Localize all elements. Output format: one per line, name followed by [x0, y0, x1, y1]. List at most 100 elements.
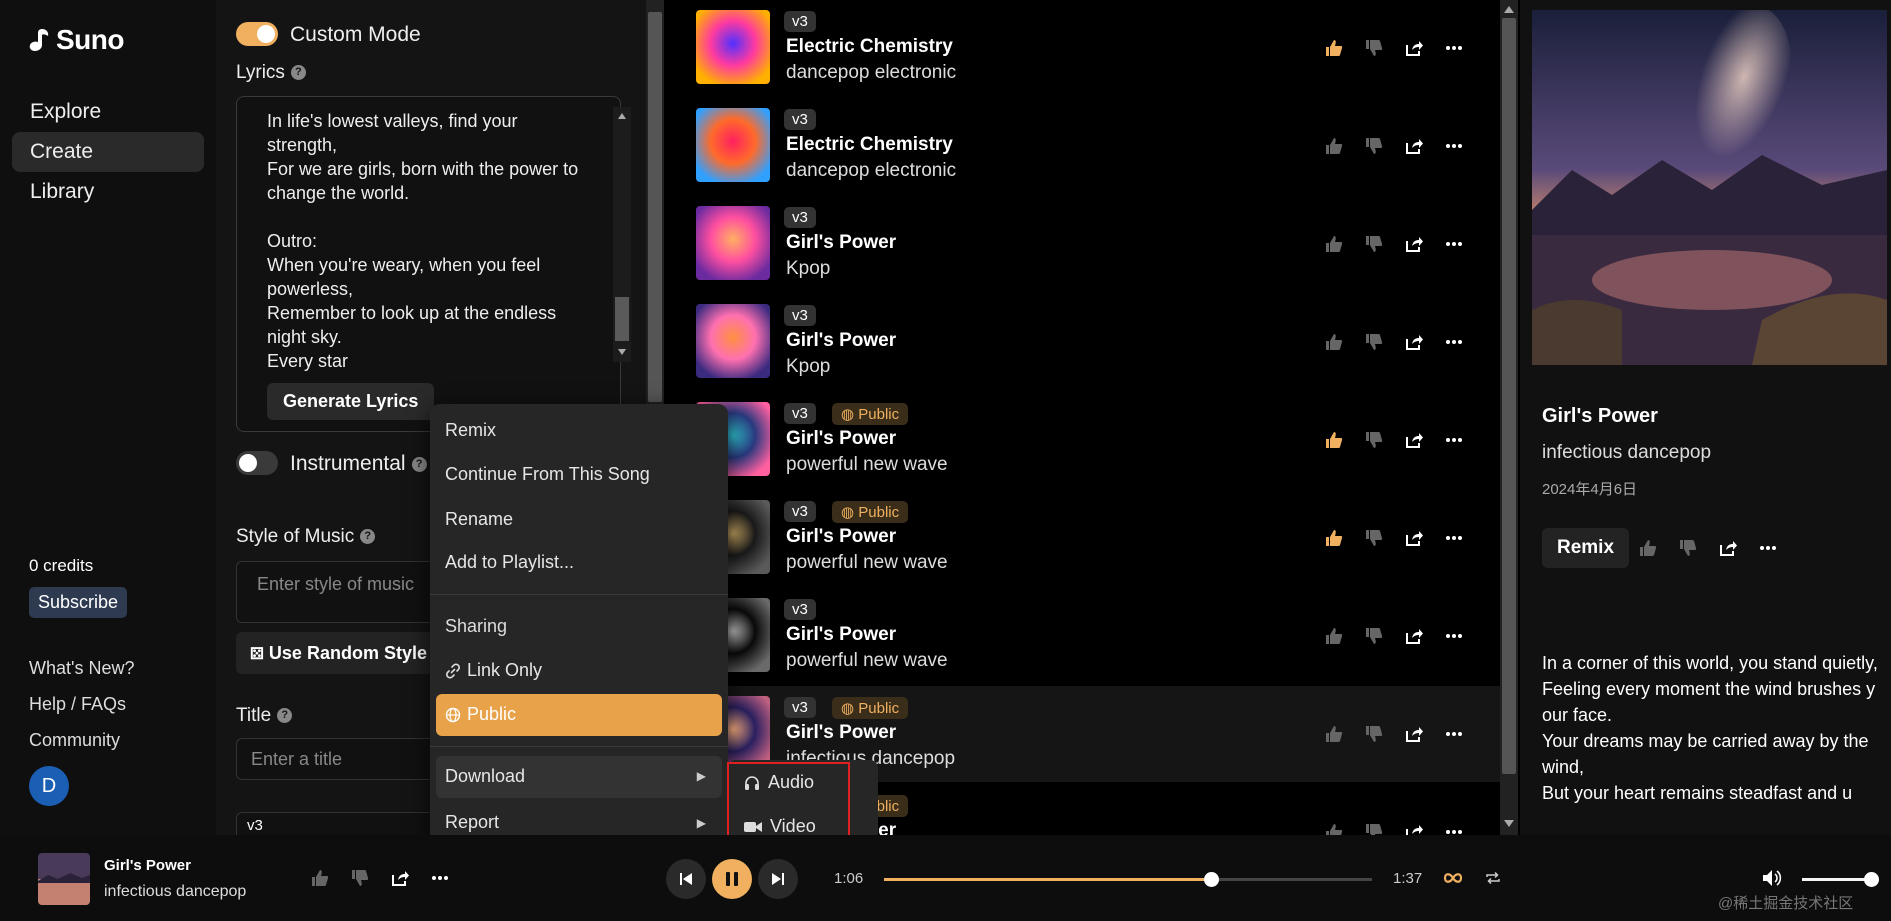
song-title[interactable]: Girl's Power: [786, 330, 896, 352]
pause-button[interactable]: [712, 859, 752, 899]
thumbs-up-icon[interactable]: [1324, 724, 1344, 744]
scroll-down-icon[interactable]: [618, 349, 626, 355]
thumbs-down-icon[interactable]: [1364, 822, 1384, 835]
help-icon[interactable]: ?: [411, 456, 427, 472]
remix-button[interactable]: Remix: [1542, 528, 1630, 568]
generate-lyrics-button[interactable]: Generate Lyrics: [267, 383, 435, 420]
menu-remix[interactable]: Remix: [445, 420, 496, 441]
nav-explore[interactable]: Explore: [12, 92, 204, 132]
thumbs-down-icon[interactable]: [1364, 528, 1384, 548]
thumbs-up-icon[interactable]: [1324, 332, 1344, 352]
song-row[interactable]: v3 Electric Chemistry dancepop electroni…: [666, 98, 1500, 194]
thumbs-up-icon[interactable]: [1324, 626, 1344, 646]
more-icon[interactable]: [1444, 38, 1464, 58]
title-input[interactable]: Enter a title: [236, 738, 456, 780]
more-icon[interactable]: [1444, 626, 1464, 646]
thumbs-down-icon[interactable]: [350, 868, 370, 888]
avatar[interactable]: D: [29, 766, 69, 806]
more-icon[interactable]: [1444, 724, 1464, 744]
share-icon[interactable]: [1404, 822, 1424, 835]
thumbs-up-icon[interactable]: [1324, 234, 1344, 254]
thumbs-down-icon[interactable]: [1364, 234, 1384, 254]
more-icon[interactable]: [430, 868, 450, 888]
thumbs-up-icon[interactable]: [1324, 430, 1344, 450]
song-title[interactable]: Girl's Power: [786, 232, 896, 254]
thumbs-up-icon[interactable]: [1324, 528, 1344, 548]
share-icon[interactable]: [1404, 332, 1424, 352]
more-icon[interactable]: [1758, 538, 1778, 558]
song-title[interactable]: Girl's Power: [786, 624, 896, 646]
loop-icon[interactable]: [1443, 871, 1463, 885]
thumbs-up-icon[interactable]: [1324, 38, 1344, 58]
help-icon[interactable]: ?: [277, 708, 293, 724]
volume-slider[interactable]: [1802, 872, 1879, 887]
song-row[interactable]: v3 Girl's Power powerful new wave: [666, 588, 1500, 684]
lyrics-scrollbar[interactable]: [613, 107, 631, 362]
nav-create[interactable]: Create: [12, 132, 204, 172]
thumbs-down-icon[interactable]: [1678, 538, 1698, 558]
progress-bar[interactable]: [884, 872, 1372, 887]
style-input[interactable]: Enter style of music: [236, 561, 456, 623]
help-icon[interactable]: ?: [360, 529, 376, 545]
community-link[interactable]: Community: [29, 730, 120, 751]
more-icon[interactable]: [1444, 822, 1464, 835]
more-icon[interactable]: [1444, 430, 1464, 450]
share-icon[interactable]: [1404, 38, 1424, 58]
share-icon[interactable]: [1404, 136, 1424, 156]
song-title[interactable]: Electric Chemistry: [786, 36, 953, 58]
thumbs-down-icon[interactable]: [1364, 38, 1384, 58]
help-icon[interactable]: ?: [290, 65, 306, 81]
menu-link-only[interactable]: Link Only: [445, 660, 542, 681]
volume-icon[interactable]: [1762, 869, 1782, 887]
thumbs-up-icon[interactable]: [1638, 538, 1658, 558]
share-icon[interactable]: [1404, 234, 1424, 254]
song-row[interactable]: v3 ◍ Public Girl's Power powerful new wa…: [666, 392, 1500, 488]
lyrics-textarea[interactable]: In life's lowest valleys, find your stre…: [236, 96, 631, 432]
share-icon[interactable]: [1718, 538, 1738, 558]
share-icon[interactable]: [390, 868, 410, 888]
menu-download[interactable]: Download ▶: [436, 756, 722, 798]
scroll-up-icon[interactable]: [618, 113, 626, 119]
nav-library[interactable]: Library: [12, 172, 204, 212]
menu-public[interactable]: Public: [436, 694, 722, 736]
thumbs-down-icon[interactable]: [1364, 724, 1384, 744]
scroll-up-icon[interactable]: [1504, 6, 1514, 13]
song-row[interactable]: v3 ◍ Public Girl's Power powerful new wa…: [666, 490, 1500, 586]
repeat-icon[interactable]: [1485, 871, 1501, 885]
whats-new-link[interactable]: What's New?: [29, 658, 134, 679]
song-title[interactable]: Girl's Power: [786, 722, 896, 744]
subscribe-button[interactable]: Subscribe: [29, 587, 128, 618]
custom-mode-toggle[interactable]: [236, 22, 278, 46]
thumbs-down-icon[interactable]: [1364, 430, 1384, 450]
more-icon[interactable]: [1444, 234, 1464, 254]
scroll-down-icon[interactable]: [1504, 820, 1514, 827]
menu-continue[interactable]: Continue From This Song: [445, 464, 650, 485]
song-title[interactable]: Girl's Power: [786, 428, 896, 450]
previous-button[interactable]: [666, 859, 706, 899]
song-row[interactable]: v3 Girl's Power Kpop: [666, 294, 1500, 390]
thumbs-up-icon[interactable]: [1324, 822, 1344, 835]
song-title[interactable]: Electric Chemistry: [786, 134, 953, 156]
more-icon[interactable]: [1444, 332, 1464, 352]
progress-handle[interactable]: [1203, 872, 1219, 887]
share-icon[interactable]: [1404, 528, 1424, 548]
random-style-button[interactable]: ⚄ Use Random Style: [236, 632, 436, 674]
logo[interactable]: Suno: [28, 24, 125, 56]
volume-handle[interactable]: [1864, 872, 1879, 887]
thumbs-down-icon[interactable]: [1364, 332, 1384, 352]
share-icon[interactable]: [1404, 626, 1424, 646]
share-icon[interactable]: [1404, 724, 1424, 744]
more-icon[interactable]: [1444, 136, 1464, 156]
song-row[interactable]: v3 Girl's Power Kpop: [666, 196, 1500, 292]
more-icon[interactable]: [1444, 528, 1464, 548]
song-title[interactable]: Girl's Power: [786, 526, 896, 548]
menu-rename[interactable]: Rename: [445, 509, 513, 530]
list-scrollbar[interactable]: [1500, 0, 1518, 835]
menu-add-playlist[interactable]: Add to Playlist...: [445, 552, 574, 573]
song-row[interactable]: v3 Electric Chemistry dancepop electroni…: [666, 0, 1500, 96]
thumbs-down-icon[interactable]: [1364, 626, 1384, 646]
share-icon[interactable]: [1404, 430, 1424, 450]
thumbs-up-icon[interactable]: [310, 868, 330, 888]
menu-report[interactable]: Report: [445, 812, 499, 833]
instrumental-toggle[interactable]: [236, 451, 278, 475]
